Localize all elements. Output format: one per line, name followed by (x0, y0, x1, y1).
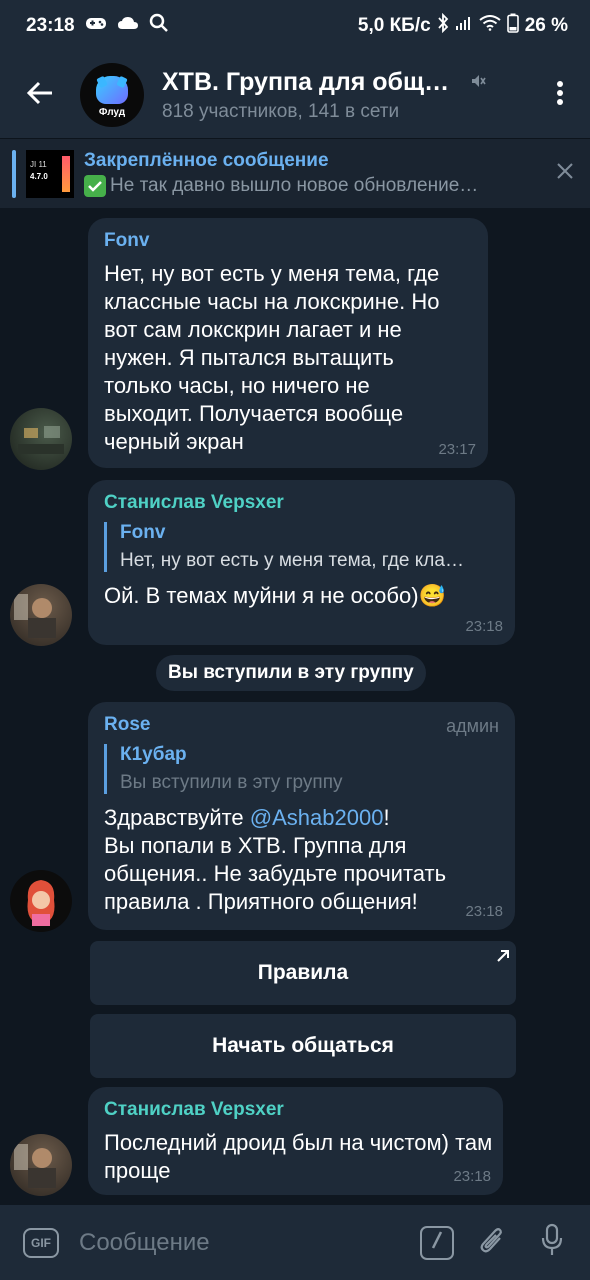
avatar[interactable] (10, 1134, 72, 1196)
arrow-left-icon (26, 81, 54, 110)
more-menu-button[interactable] (530, 52, 590, 138)
service-message: Вы вступили в эту группу (156, 655, 426, 691)
reply-sender: К1убар (120, 744, 187, 765)
network-speed: 5,0 КБ/с (357, 15, 431, 36)
signal-icon (455, 15, 473, 37)
battery-icon (506, 13, 519, 39)
paperclip-icon[interactable] (478, 1224, 506, 1261)
pinned-text: Не так давно вышло новое обновление… (110, 175, 479, 196)
sender-name: Fonv (104, 230, 150, 251)
start-button-label: Начать общаться (212, 1034, 394, 1057)
thumb-text-1: JI 11 (30, 159, 47, 169)
message-text: Вы попали в ХТВ. Группа для общения.. Не… (104, 833, 447, 914)
admin-badge: админ (446, 716, 499, 736)
pinned-indicator (12, 149, 16, 198)
check-mark-icon (84, 175, 106, 197)
battery-level: 26 % (524, 15, 568, 36)
back-button[interactable] (0, 52, 80, 138)
pinned-thumbnail: JI 11 4.7.0 (26, 149, 74, 198)
avatar[interactable] (10, 870, 72, 932)
thumb-text-2: 4.7.0 (30, 171, 48, 181)
avatar[interactable] (10, 408, 72, 470)
avatar[interactable] (10, 584, 72, 646)
chat-header: Флуд ХТВ. Группа для обще… 818 участнико… (0, 52, 590, 138)
microphone-icon[interactable] (540, 1223, 564, 1262)
wifi-icon (479, 15, 501, 37)
status-time: 23:18 (26, 15, 75, 36)
reply-sender: Fonv (120, 522, 166, 543)
message-input-bar: GIF Сообщение (0, 1205, 590, 1280)
more-vertical-icon (556, 80, 564, 111)
pinned-label: Закреплённое сообщение (84, 150, 329, 171)
message-time: 23:18 (453, 1168, 491, 1185)
message-bubble[interactable]: Rose админ К1убар Вы вступили в эту груп… (88, 702, 515, 930)
slash-icon (429, 1230, 445, 1255)
pinned-message-bar[interactable]: JI 11 4.7.0 Закреплённое сообщение Не та… (0, 138, 590, 208)
gif-button[interactable]: GIF (23, 1227, 59, 1258)
chat-title: ХТВ. Группа для обще… (162, 67, 462, 96)
reply-text: Нет, ну вот есть у меня тема, где кла… (120, 550, 464, 571)
group-avatar[interactable]: Флуд (80, 63, 144, 127)
message-time: 23:18 (465, 618, 503, 635)
message-text: Нет, ну вот есть у меня тема, где классн… (104, 261, 440, 454)
message-time: 23:17 (438, 441, 476, 458)
user-mention[interactable]: @Ashab2000 (250, 805, 384, 830)
bluetooth-icon (437, 12, 449, 39)
rules-button[interactable]: Правила (90, 941, 516, 1005)
message-time: 23:18 (465, 903, 503, 920)
sender-name: Rose (104, 714, 151, 735)
gamepad-icon (85, 15, 107, 37)
start-chatting-button[interactable]: Начать общаться (90, 1014, 516, 1078)
sweat-smile-emoji: 😅 (418, 583, 446, 608)
message-text: Последний дроид был на чистом) там проще (104, 1130, 493, 1183)
chat-title-block[interactable]: ХТВ. Группа для обще… 818 участников, 14… (162, 68, 462, 123)
reply-preview[interactable]: К1убар Вы вступили в эту группу (104, 744, 499, 794)
chat-subtitle: 818 участников, 141 в сети (162, 100, 400, 122)
message-list[interactable]: Fonv Нет, ну вот есть у меня тема, где к… (0, 208, 590, 1205)
bot-commands-button[interactable] (420, 1225, 454, 1260)
close-icon[interactable] (556, 162, 574, 185)
message-text: Ой. В темах муйни я не особо) (104, 583, 419, 608)
sender-name: Станислав Vepsxer (104, 1099, 284, 1120)
rules-button-label: Правила (257, 961, 349, 984)
cloud-icon (117, 15, 139, 37)
message-bubble[interactable]: Станислав Vepsxer Fonv Нет, ну вот есть … (88, 480, 515, 645)
mention-suffix: ! (383, 805, 390, 830)
reply-text: Вы вступили в эту группу (120, 772, 343, 793)
reply-preview[interactable]: Fonv Нет, ну вот есть у меня тема, где к… (104, 522, 499, 572)
search-icon (149, 13, 169, 39)
external-link-icon (496, 945, 510, 969)
status-bar: 23:18 5,0 КБ/с 26 % (0, 0, 590, 52)
message-bubble[interactable]: Fonv Нет, ну вот есть у меня тема, где к… (88, 218, 488, 468)
message-input[interactable]: Сообщение (79, 1229, 420, 1257)
message-bubble[interactable]: Станислав Vepsxer Последний дроид был на… (88, 1087, 503, 1195)
greeting-text: Здравствуйте (104, 805, 244, 830)
avatar-caption: Флуд (98, 107, 126, 118)
muted-speaker-icon (470, 73, 486, 94)
sender-name: Станислав Vepsxer (104, 492, 284, 513)
